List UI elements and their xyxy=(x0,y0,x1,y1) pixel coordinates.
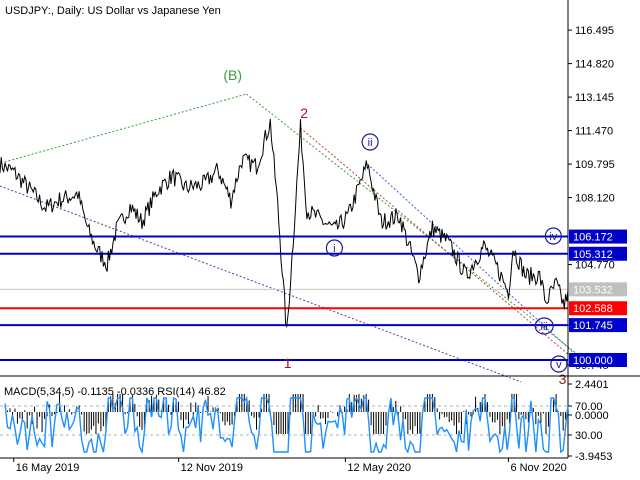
level-badges: 106.172 105.312 102.588 101.745 100.000 103.5… xyxy=(569,229,627,367)
indicator-tick-label: 30.00 xyxy=(575,430,603,442)
level-badge-label: 106.172 xyxy=(573,232,613,244)
chart-title: USDJPY:, Daily: US Dollar vs Japanese Yen xyxy=(5,5,221,17)
price-tick-label: 113.145 xyxy=(575,92,614,104)
indicator-tick-label: 2.4401 xyxy=(575,379,609,391)
price-tick-label: 111.470 xyxy=(575,126,613,138)
time-tick-label: 12 Nov 2019 xyxy=(181,462,243,474)
price-tick-label: 116.495 xyxy=(575,25,614,37)
time-tick-label: 16 May 2019 xyxy=(16,462,80,474)
price-tick-label: 114.820 xyxy=(575,59,614,71)
level-badge-label: 100.000 xyxy=(573,355,613,367)
time-tick-label: 12 May 2020 xyxy=(347,462,411,474)
wave-label: 2 xyxy=(300,105,308,121)
level-badge-label: 102.588 xyxy=(573,303,613,315)
wave-label: iv xyxy=(549,231,557,243)
wave-label: iii xyxy=(541,321,548,333)
last-price-label: 103.532 xyxy=(573,284,613,296)
price-tick-label: 109.795 xyxy=(575,159,615,171)
price-panel: (B)213iiiiiiivv USDJPY:, Daily: US Dollar … xyxy=(0,0,578,387)
chart-canvas: (B)213iiiiiiivv USDJPY:, Daily: US Dollar … xyxy=(0,0,640,474)
wave-label: v xyxy=(556,359,562,371)
price-tick-label: 108.120 xyxy=(575,193,615,205)
level-badge-label: 101.745 xyxy=(573,320,613,332)
time-axis-ticks: 16 May 2019 12 Nov 2019 12 May 2020 6 Nov 2… xyxy=(13,458,567,474)
indicator-axis-ticks: 2.440170.000.000030.00-3.9453 xyxy=(568,379,612,463)
wave-label: i xyxy=(333,243,335,255)
macd-histogram xyxy=(6,393,569,434)
price-tick-label: 104.770 xyxy=(575,260,615,272)
wave-label: 3 xyxy=(559,371,567,387)
indicator-label: MACD(5,34,5) -0.1135 -0.0336 RSI(14) 46.… xyxy=(4,386,226,398)
time-tick-label: 6 Nov 2020 xyxy=(510,462,566,474)
wave-label: (B) xyxy=(223,67,242,83)
indicator-tick-label: 0.0000 xyxy=(575,410,609,422)
level-badge-label: 105.312 xyxy=(573,249,613,261)
indicator-tick-label: -3.9453 xyxy=(575,451,612,463)
wave-label: ii xyxy=(368,137,373,149)
wave-label: 1 xyxy=(284,355,292,371)
indicator-panel: MACD(5,34,5) -0.1135 -0.0336 RSI(14) 46.… xyxy=(0,379,612,463)
